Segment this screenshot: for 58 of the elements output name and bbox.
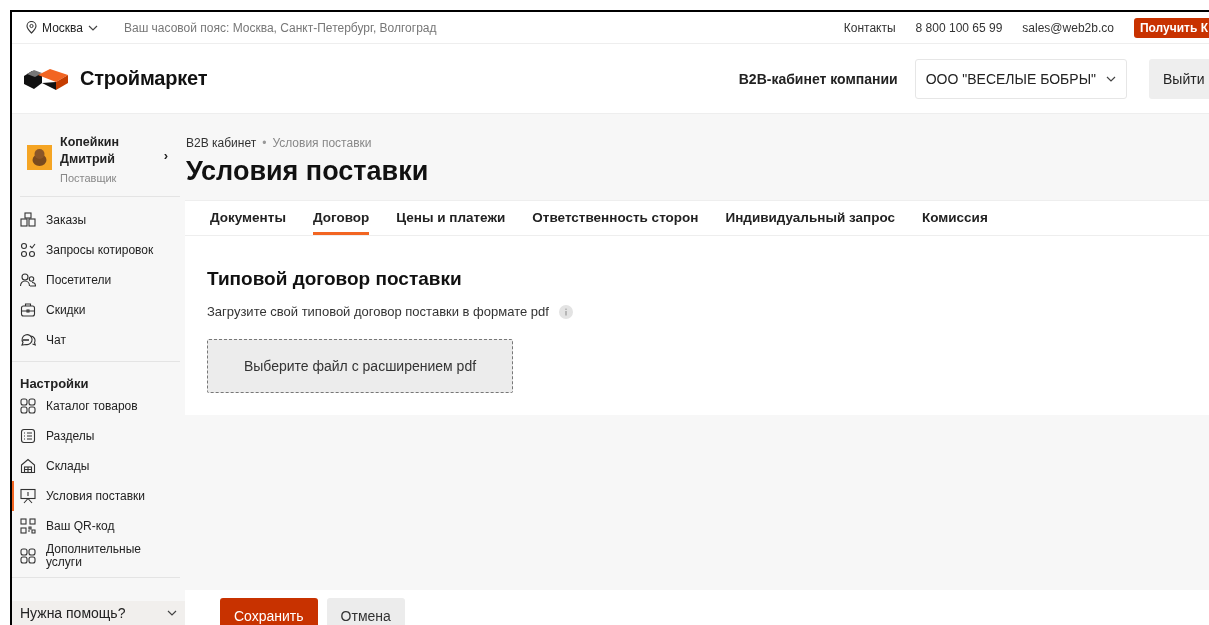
sidebar-item[interactable]: Чат [12,325,180,355]
tab[interactable]: Договор [312,210,370,235]
tab[interactable]: Индивидуальный запрос [725,210,895,235]
grid-icon [20,548,36,564]
timezone-text: Ваш часовой пояс: Москва, Санкт-Петербург, Волгоград [123,20,437,35]
city-selector[interactable]: Москва [26,20,98,35]
cancel-button[interactable]: Отмена [326,598,405,625]
user-name[interactable]: Копейкин Дмитрий [60,134,150,168]
sidebar-item[interactable]: Ваш QR-код [12,511,180,541]
page-title: Условия поставки [186,156,430,187]
tab[interactable]: Цены и платежи [396,210,506,235]
save-button[interactable]: Сохранить [220,598,318,625]
section-heading: Типовой договор поставки [207,268,463,290]
warehouse-icon [20,458,36,474]
list-icon [20,428,36,444]
user-role: Поставщик [60,172,118,184]
qr-code-icon [20,518,36,534]
sidebar-item[interactable]: Посетители [12,265,180,295]
cabinet-label: B2B-кабинет компании [738,70,898,87]
company-dropdown[interactable]: ООО "ВЕСЕЛЫЕ БОБРЫ" [914,58,1127,99]
sidebar-item[interactable]: Дополнительные услуги [12,541,180,571]
chevron-down-icon [87,24,98,31]
boxes-icon [20,212,36,228]
briefcase-icon [20,302,36,318]
grid-icon [20,398,36,414]
sidebar-item[interactable]: Заказы [12,205,180,235]
hint-text: Загрузите свой типовой договор поставки в формате pdf [207,304,549,319]
circles-check-icon [20,242,36,258]
chevron-down-icon [167,610,177,616]
location-pin-icon [26,21,37,34]
tab[interactable]: Документы [210,210,286,235]
header-link[interactable]: 8 800 100 65 99 [915,20,1003,35]
help-dropdown[interactable]: Нужна помощь? [12,601,185,625]
chat-bubbles-icon [20,332,36,348]
sidebar-item[interactable]: Запросы котировок [12,235,180,265]
chevron-right-icon[interactable]: › [163,148,168,163]
users-icon [20,272,36,288]
sidebar-item[interactable]: Условия поставки [12,481,180,511]
avatar-icon [27,145,52,170]
tab[interactable]: Комиссия [922,210,988,235]
logout-button[interactable]: Выйти [1149,58,1209,99]
header-link[interactable]: Контакты [843,20,896,35]
breadcrumb-current: Условия поставки [272,136,372,150]
get-offer-button[interactable]: Получить К [1133,17,1209,38]
sidebar-heading: Настройки [19,375,90,391]
file-upload-button[interactable]: Выберите файл с расширением pdf [207,339,513,393]
chevron-down-icon [1106,75,1116,82]
info-icon[interactable] [558,304,573,319]
logo-text: Строймаркет [80,67,208,90]
sidebar-item[interactable]: Склады [12,451,180,481]
breadcrumb-separator: • [262,136,267,150]
sidebar-item[interactable]: Разделы [12,421,180,451]
presentation-board-icon [20,488,36,504]
sidebar-item[interactable]: Каталог товаров [12,391,180,421]
header-link[interactable]: sales@web2b.co [1022,20,1114,35]
sidebar-item[interactable]: Скидки [12,295,180,325]
breadcrumb-link[interactable]: B2B кабинет [186,136,257,150]
tab[interactable]: Ответственность сторон [532,210,699,235]
